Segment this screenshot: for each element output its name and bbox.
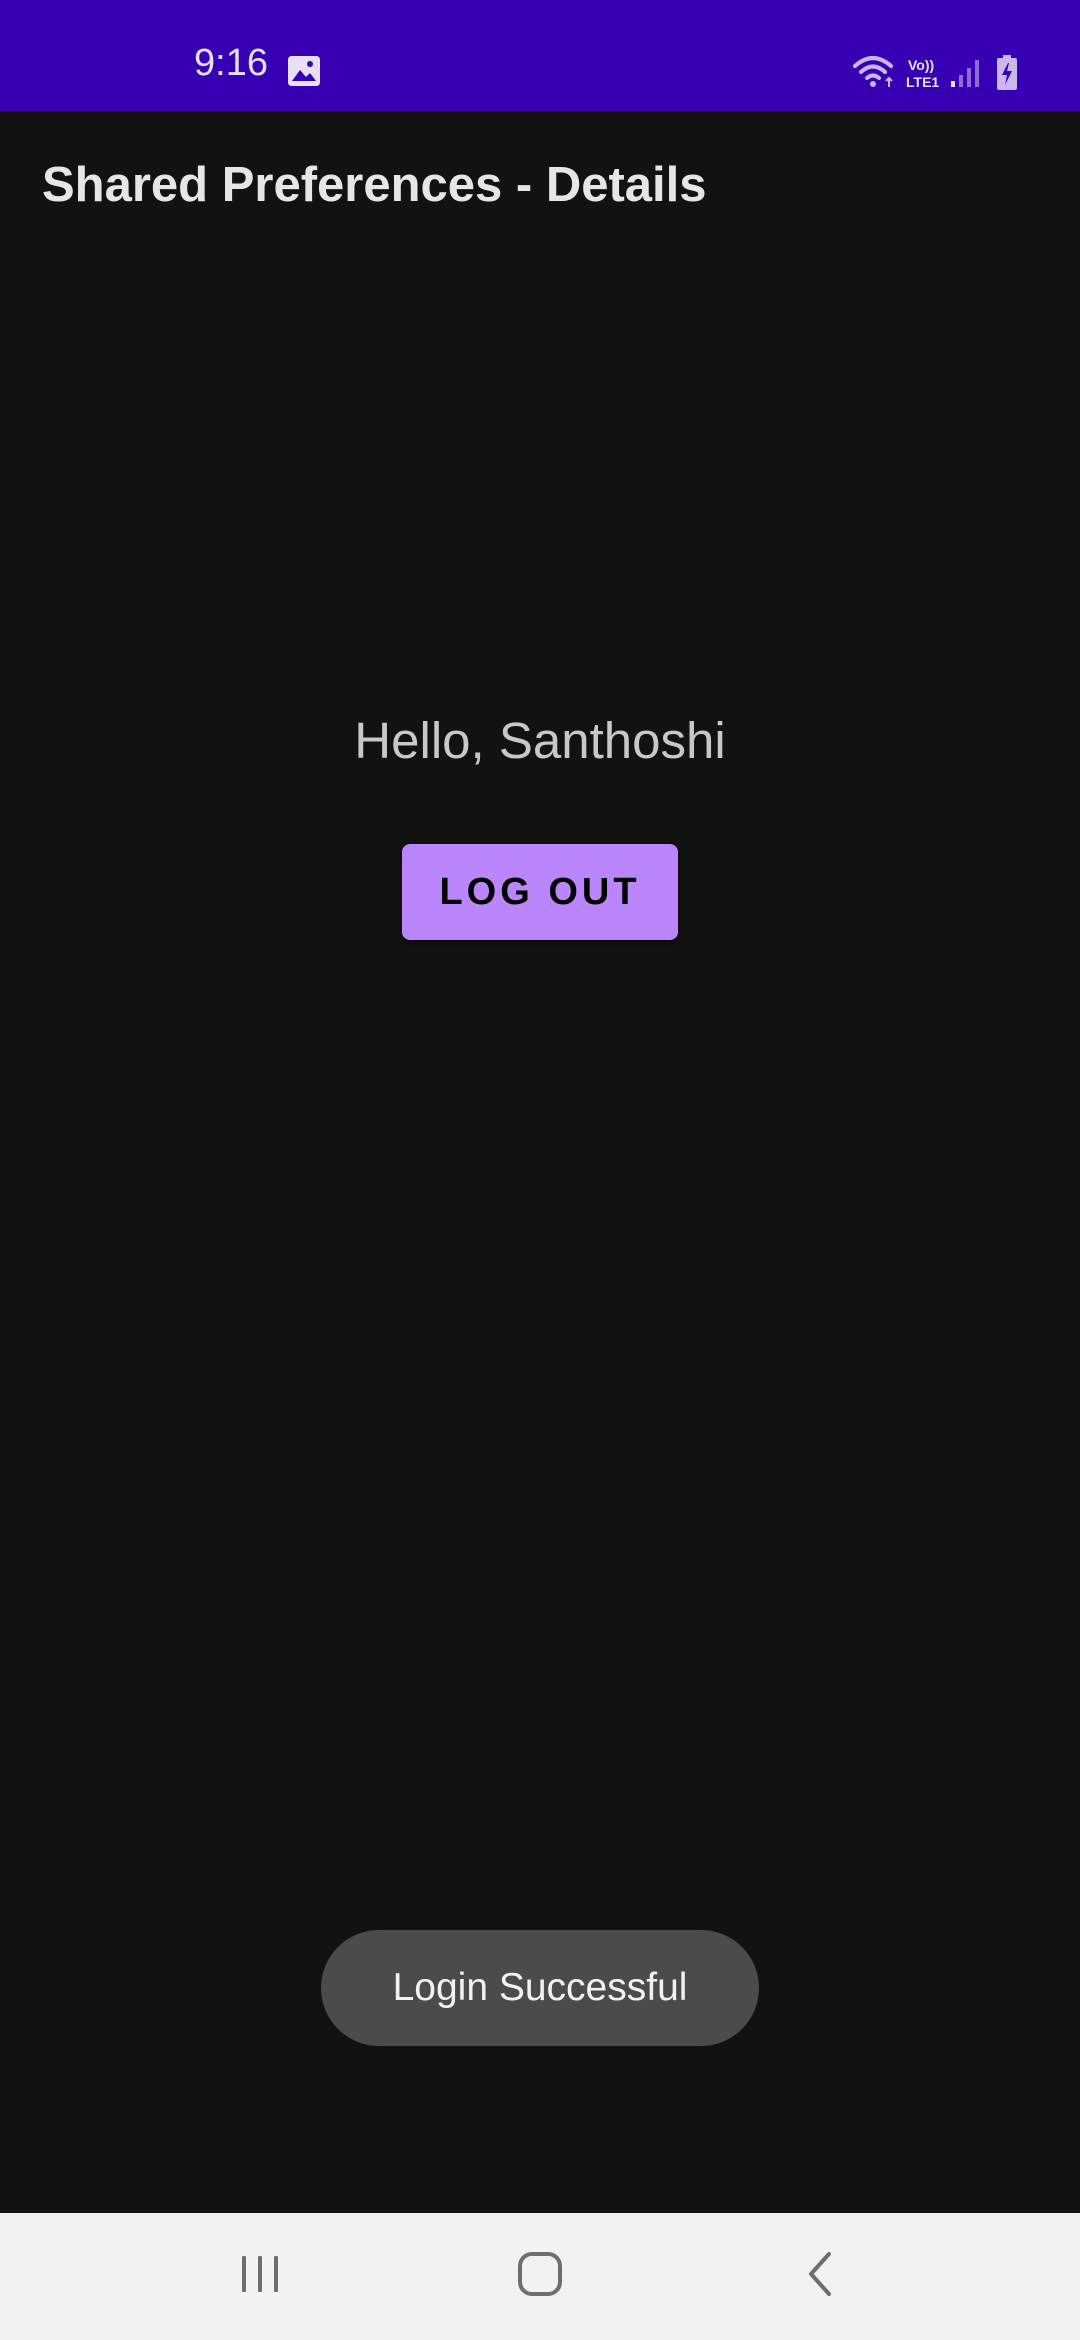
volte-icon: Vo)) LTE1 — [906, 56, 946, 95]
status-time: 9:16 — [194, 42, 268, 84]
toast-message: Login Successful — [321, 1930, 759, 2046]
page-title: Shared Preferences - Details — [42, 158, 707, 212]
home-button[interactable] — [460, 2213, 620, 2340]
greeting-text: Hello, Santhoshi — [354, 712, 726, 769]
back-icon — [805, 2251, 837, 2302]
navigation-bar — [0, 2213, 1080, 2340]
signal-icon — [950, 57, 984, 94]
gallery-icon — [288, 56, 320, 91]
recents-icon — [238, 2254, 282, 2299]
back-button[interactable] — [741, 2213, 901, 2340]
volte-label-top: Vo)) — [908, 57, 934, 73]
volte-label-bottom: LTE1 — [906, 74, 939, 90]
wifi-icon — [853, 54, 897, 93]
recents-button[interactable] — [180, 2213, 340, 2340]
battery-charging-icon — [996, 55, 1018, 96]
logout-button[interactable]: LOG OUT — [402, 844, 678, 940]
home-icon — [517, 2251, 563, 2302]
status-bar: 9:16 Vo)) LTE1 — [0, 0, 1080, 111]
